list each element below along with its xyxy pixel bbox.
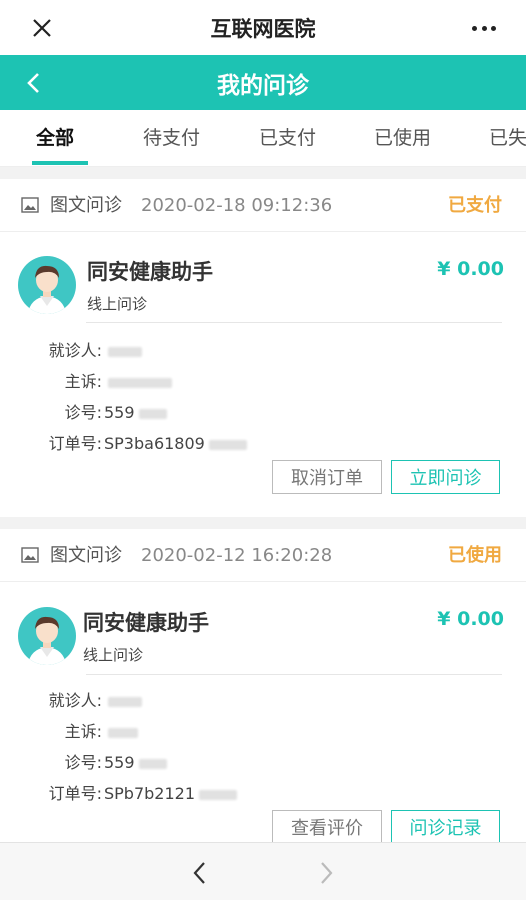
- app-title: 互联网医院: [210, 16, 316, 41]
- browser-bottom-bar: [0, 842, 526, 900]
- doctor-name: 同安健康助手: [87, 260, 213, 284]
- patient-label: 就诊人:: [48, 691, 102, 710]
- cancel-order-button[interactable]: 取消订单: [272, 460, 382, 494]
- tab-used[interactable]: 已使用: [374, 110, 431, 166]
- order-number-value: SPb7b2121: [104, 784, 196, 803]
- chevron-left-icon[interactable]: [190, 860, 208, 886]
- order-header: 图文问诊 2020-02-12 16:20:28 已使用: [0, 529, 526, 582]
- order-number-field: 订单号: SPb7b2121: [32, 780, 238, 804]
- more-icon[interactable]: [472, 18, 496, 38]
- filter-tabs: 全部 待支付 已支付 已使用 已失: [0, 110, 526, 167]
- status-badge: 已使用: [448, 545, 502, 566]
- doctor-avatar: [18, 256, 76, 314]
- order-time: 2020-02-18 09:12:36: [141, 195, 333, 216]
- complaint-label: 主诉:: [64, 372, 102, 391]
- start-consult-button[interactable]: 立即问诊: [391, 460, 500, 494]
- order-number-label: 订单号:: [48, 434, 102, 453]
- page-title: 我的问诊: [217, 72, 309, 99]
- order-time: 2020-02-12 16:20:28: [141, 545, 333, 566]
- back-icon[interactable]: [22, 70, 46, 96]
- top-bar: 互联网医院: [0, 0, 526, 55]
- order-header: 图文问诊 2020-02-18 09:12:36 已支付: [0, 179, 526, 232]
- order-card[interactable]: 图文问诊 2020-02-12 16:20:28 已使用 同安健康助手 线上问诊…: [0, 529, 526, 844]
- consult-type: 图文问诊: [50, 545, 122, 566]
- divider: [86, 322, 502, 323]
- patient-field: 就诊人:: [32, 337, 142, 361]
- visit-number-value: 559: [104, 753, 135, 772]
- patient-label: 就诊人:: [48, 341, 102, 360]
- price: ¥ 0.00: [437, 258, 504, 280]
- complaint-field: 主诉:: [32, 718, 138, 742]
- tab-paid[interactable]: 已支付: [259, 110, 316, 166]
- visit-number-field: 诊号: 559: [32, 749, 167, 773]
- close-icon[interactable]: [28, 14, 56, 42]
- chevron-right-icon[interactable]: [318, 860, 336, 886]
- doctor-avatar: [18, 607, 76, 665]
- image-icon: [21, 547, 39, 563]
- service-type: 线上问诊: [87, 295, 148, 313]
- view-review-button[interactable]: 查看评价: [272, 810, 382, 844]
- visit-number-label: 诊号:: [64, 403, 102, 422]
- visit-number-value: 559: [104, 403, 135, 422]
- order-number-field: 订单号: SP3ba61809: [32, 430, 247, 454]
- visit-number-label: 诊号:: [64, 753, 102, 772]
- patient-field: 就诊人:: [32, 687, 142, 711]
- nav-bar: 我的问诊: [0, 55, 526, 110]
- order-card[interactable]: 图文问诊 2020-02-18 09:12:36 已支付 同安健康助手 线上问诊…: [0, 179, 526, 517]
- image-icon: [21, 197, 39, 213]
- visit-number-field: 诊号: 559: [32, 399, 167, 423]
- service-type: 线上问诊: [83, 646, 144, 664]
- consult-record-button[interactable]: 问诊记录: [391, 810, 500, 844]
- tab-all[interactable]: 全部: [36, 110, 74, 166]
- order-number-label: 订单号:: [48, 784, 102, 803]
- complaint-field: 主诉:: [32, 368, 172, 392]
- price: ¥ 0.00: [437, 608, 504, 630]
- tab-pending-payment[interactable]: 待支付: [143, 110, 200, 166]
- tab-active-indicator: [32, 161, 88, 165]
- doctor-name: 同安健康助手: [83, 611, 209, 635]
- consult-type: 图文问诊: [50, 195, 122, 216]
- order-number-value: SP3ba61809: [104, 434, 205, 453]
- complaint-label: 主诉:: [64, 722, 102, 741]
- tab-expired[interactable]: 已失: [489, 110, 526, 166]
- status-badge: 已支付: [448, 195, 502, 216]
- divider: [86, 674, 502, 675]
